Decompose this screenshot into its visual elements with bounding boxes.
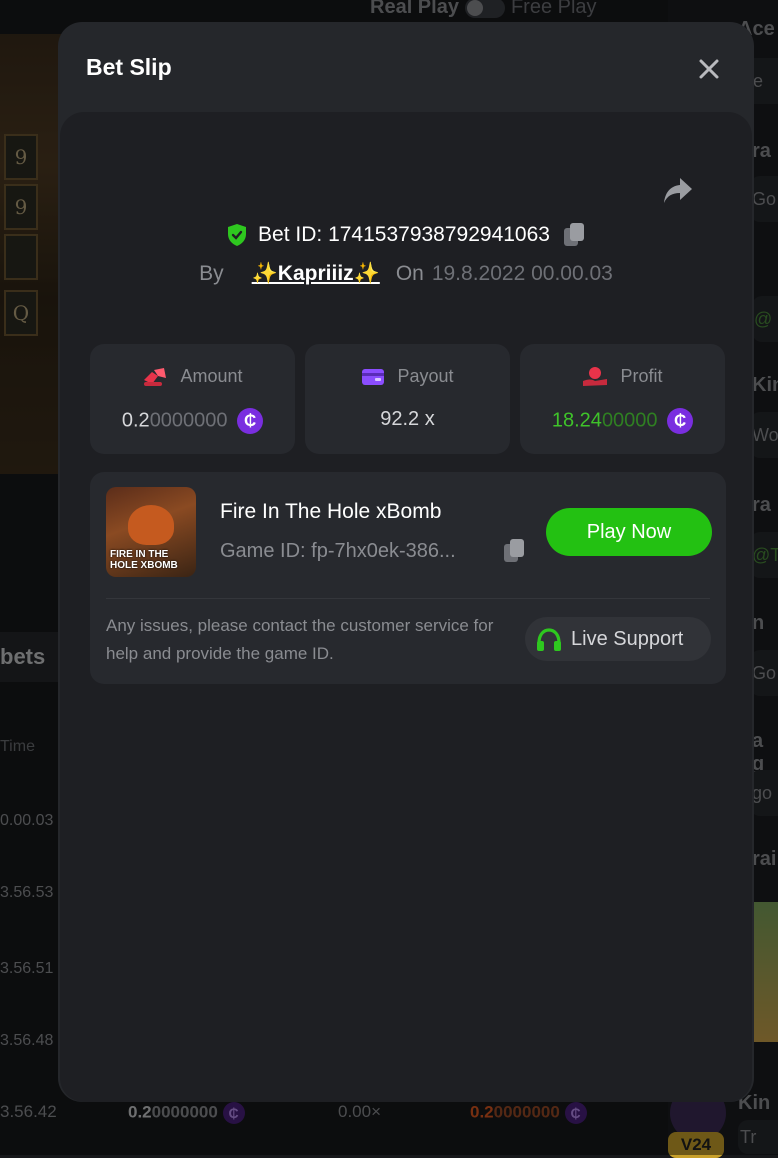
profit-value-dim: 00000 [601, 409, 658, 432]
share-icon [664, 178, 692, 203]
game-character-art [128, 505, 174, 545]
on-label: On [395, 262, 424, 285]
game-card: FIRE IN THE HOLE XBOMB Fire In The Hole … [90, 472, 726, 684]
profit-stat: Profit 18.2400000 ₵ [520, 344, 725, 454]
payout-label: Payout [397, 366, 454, 386]
amount-label: Amount [180, 366, 243, 386]
bet-id-row: Bet ID: 1741537938792941063 [60, 222, 752, 248]
divider [106, 598, 710, 599]
bet-date: 19.8.2022 00.00.03 [431, 262, 613, 285]
amount-stat: Amount 0.20000000 ₵ [90, 344, 295, 454]
game-name: Fire In The Hole xBomb [220, 500, 442, 523]
coin-icon: ₵ [667, 408, 694, 434]
game-id: Game ID: fp-7hx0ek-386... [220, 540, 456, 563]
game-id-label: Game ID: [220, 540, 306, 562]
copy-icon[interactable] [562, 222, 586, 248]
by-label: By [199, 262, 224, 285]
bet-author-row: By ✨Kapriiiz✨ On 19.8.2022 00.00.03 [60, 262, 752, 286]
support-info-text: Any issues, please contact the customer … [106, 616, 494, 663]
username-link[interactable]: ✨Kapriiiz✨ [252, 262, 380, 285]
game-thumbnail[interactable]: FIRE IN THE HOLE XBOMB [106, 487, 196, 577]
profit-icon [583, 367, 608, 387]
bet-id-label: Bet ID: [258, 223, 323, 246]
coin-icon: ₵ [237, 408, 264, 434]
copy-icon[interactable] [502, 538, 526, 564]
payout-stat: Payout 92.2 x [305, 344, 510, 454]
modal-title: Bet Slip [86, 54, 172, 80]
game-id-value: fp-7hx0ek-386... [311, 540, 456, 562]
close-icon [699, 59, 719, 79]
play-now-button[interactable]: Play Now [546, 508, 712, 556]
profit-value-bright: 18.24 [551, 409, 602, 432]
shield-check-icon [228, 224, 247, 246]
amount-value-bright: 0.2 [121, 409, 150, 432]
close-button[interactable] [694, 54, 724, 84]
live-support-button[interactable]: Live Support [525, 617, 711, 661]
bet-id-value: 1741537938792941063 [328, 223, 550, 246]
bet-slip-panel: Bet ID: 1741537938792941063 By ✨Kapriiiz✨… [60, 112, 752, 1102]
game-thumb-title: FIRE IN THE HOLE XBOMB [110, 549, 178, 571]
bet-slip-modal: Bet Slip Bet ID: 1741537938792941063 By ✨… [58, 22, 754, 1102]
amount-value-dim: 0000000 [149, 409, 228, 432]
profit-label: Profit [620, 366, 663, 386]
live-support-label: Live Support [571, 628, 684, 650]
share-button[interactable] [660, 172, 696, 208]
amount-icon [144, 368, 167, 387]
headset-icon [537, 628, 561, 651]
wallet-icon [362, 369, 385, 386]
payout-value: 92.2 x [380, 408, 435, 430]
